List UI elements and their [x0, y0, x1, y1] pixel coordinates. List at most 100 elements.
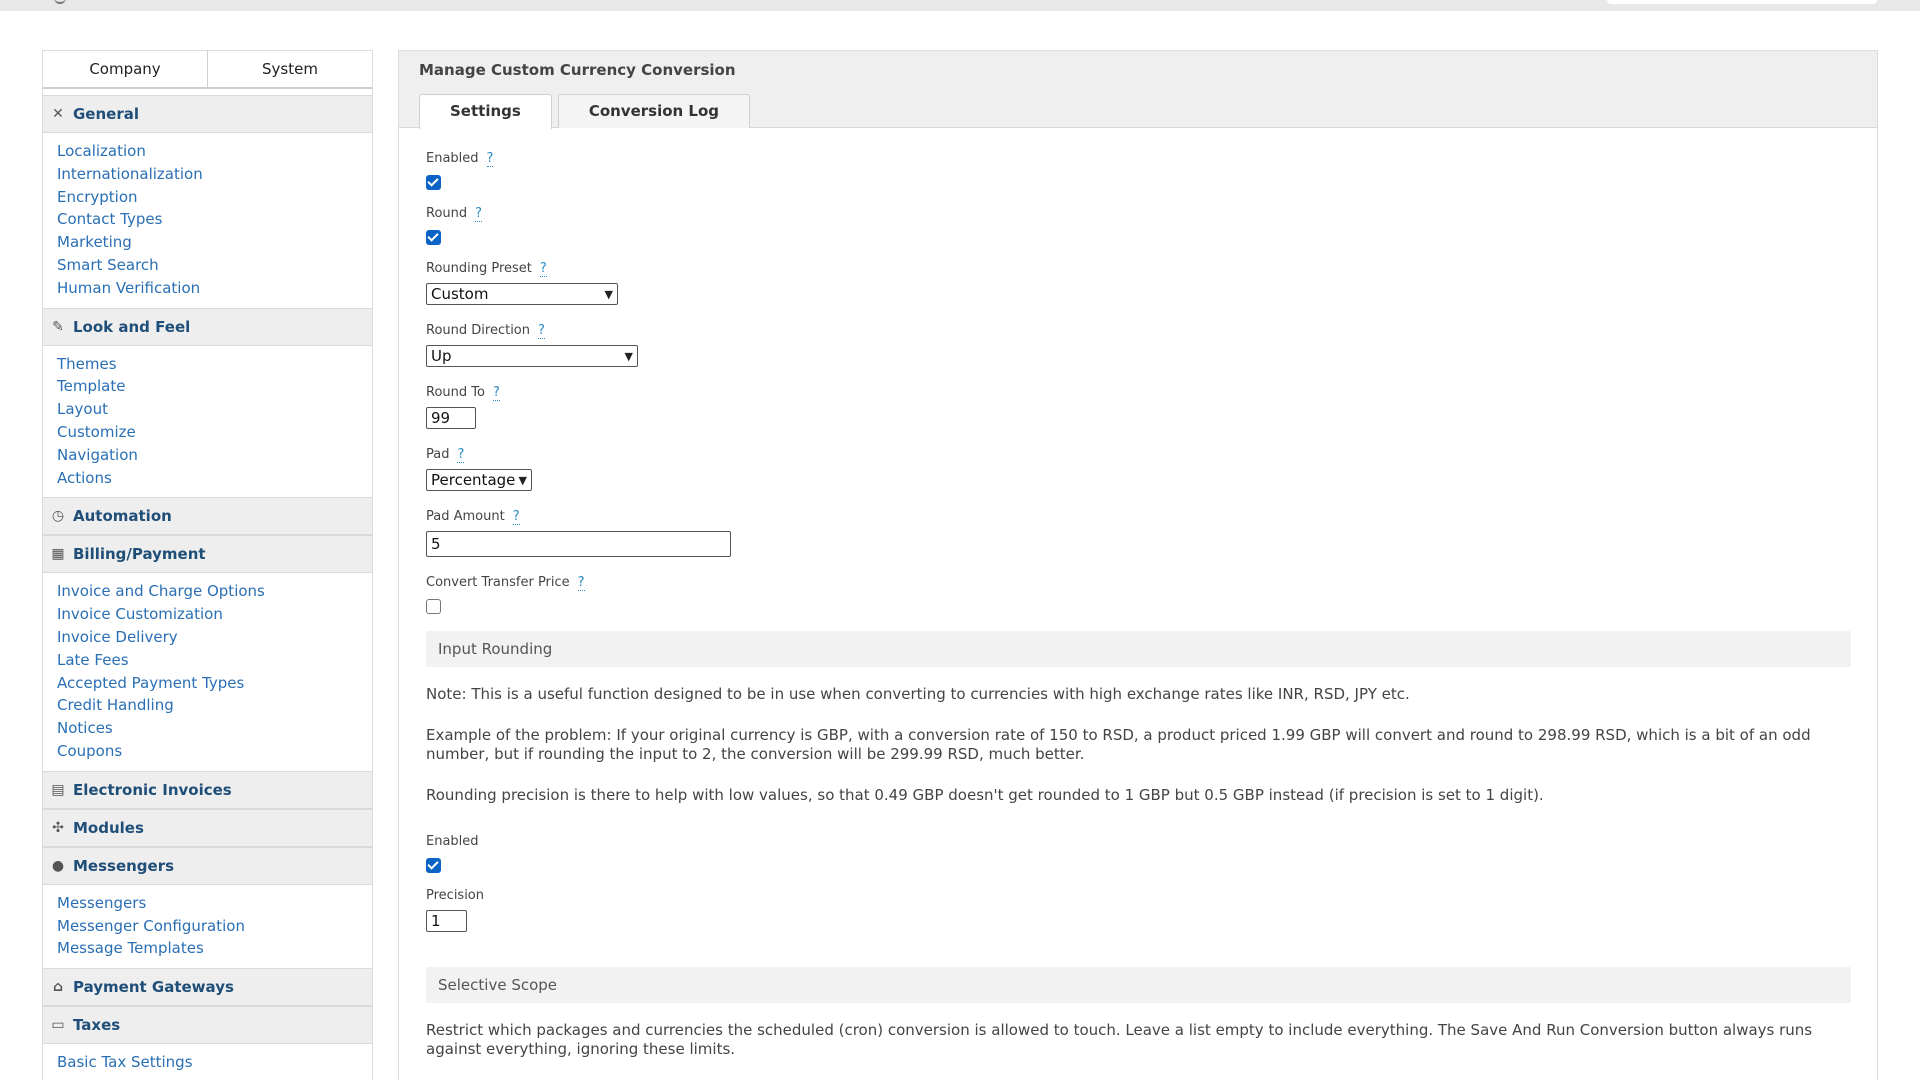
- puzzle-icon: ✣: [52, 819, 64, 836]
- sidebar-item-messengers[interactable]: Messengers: [57, 892, 372, 915]
- section-messengers[interactable]: ● Messengers: [43, 846, 372, 885]
- round-direction-label: Round Direction: [426, 323, 530, 338]
- sidebar-item-template[interactable]: Template: [57, 375, 372, 398]
- selective-scope-heading: Selective Scope: [426, 967, 1851, 1003]
- tab-company[interactable]: Company: [43, 51, 208, 88]
- sidebar-item-localization[interactable]: Localization: [57, 140, 372, 163]
- pad-help-icon[interactable]: ?: [457, 447, 465, 463]
- tab-system[interactable]: System: [207, 51, 372, 88]
- sidebar-item-layout[interactable]: Layout: [57, 398, 372, 421]
- section-title: Electronic Invoices: [73, 780, 232, 799]
- input-rounding-heading: Input Rounding: [426, 631, 1851, 667]
- pad-select[interactable]: Percentage ▼: [426, 469, 532, 491]
- enabled-checkbox[interactable]: [426, 175, 441, 190]
- input-rounding-precision-note: Rounding precision is there to help with…: [426, 786, 1544, 804]
- sidebar-item-late-fees[interactable]: Late Fees: [57, 649, 372, 672]
- round-direction-help-icon[interactable]: ?: [538, 323, 545, 339]
- input-rounding-enabled-checkbox[interactable]: [426, 858, 441, 873]
- sidebar-item-marketing[interactable]: Marketing: [57, 231, 372, 254]
- enabled-field: Enabled?: [426, 151, 494, 190]
- settings-sidebar: Company System ✕ General Localization In…: [42, 50, 373, 1080]
- round-to-field: Round To? 99: [426, 385, 500, 429]
- section-automation[interactable]: ◷ Automation: [43, 497, 372, 536]
- convert-transfer-field: Convert Transfer Price?: [426, 575, 585, 614]
- enabled-help-icon[interactable]: ?: [486, 151, 494, 167]
- section-billing-payment[interactable]: ▦ Billing/Payment: [43, 535, 372, 574]
- tab-settings[interactable]: Settings: [419, 94, 552, 129]
- round-to-label: Round To: [426, 385, 485, 400]
- pad-amount-label: Pad Amount: [426, 509, 505, 524]
- convert-transfer-checkbox[interactable]: [426, 599, 441, 614]
- sidebar-item-actions[interactable]: Actions: [57, 467, 372, 490]
- section-taxes[interactable]: ▭ Taxes: [43, 1006, 372, 1045]
- sidebar-item-contact-types[interactable]: Contact Types: [57, 208, 372, 231]
- sidebar-item-encryption[interactable]: Encryption: [57, 186, 372, 209]
- sidebar-item-invoice-customization[interactable]: Invoice Customization: [57, 603, 372, 626]
- top-search-field[interactable]: [1607, 0, 1877, 4]
- input-rounding-note: Note: This is a useful function designed…: [426, 685, 1410, 703]
- document-icon: ▤: [51, 781, 65, 798]
- brush-icon: ✎: [52, 318, 64, 335]
- chat-bubble-icon: ●: [51, 857, 65, 874]
- convert-transfer-label: Convert Transfer Price: [426, 575, 570, 590]
- sidebar-item-themes[interactable]: Themes: [57, 353, 372, 376]
- precision-field: Precision 1: [426, 888, 484, 932]
- page-title: Manage Custom Currency Conversion: [419, 61, 736, 79]
- sidebar-item-basic-tax-settings[interactable]: Basic Tax Settings: [57, 1051, 372, 1074]
- precision-input[interactable]: 1: [426, 910, 467, 932]
- sidebar-item-invoice-charge-options[interactable]: Invoice and Charge Options: [57, 580, 372, 603]
- pad-amount-help-icon[interactable]: ?: [512, 509, 520, 525]
- top-menu-icon[interactable]: [54, 0, 66, 4]
- top-bar: [0, 0, 1920, 11]
- precision-label: Precision: [426, 888, 485, 903]
- general-links: Localization Internationalization Encryp…: [43, 133, 372, 308]
- sidebar-item-smart-search[interactable]: Smart Search: [57, 254, 372, 277]
- round-to-help-icon[interactable]: ?: [492, 385, 500, 401]
- section-payment-gateways[interactable]: ⌂ Payment Gateways: [43, 968, 372, 1007]
- round-field: Round?: [426, 206, 483, 245]
- section-general[interactable]: ✕ General: [43, 95, 372, 133]
- round-help-icon[interactable]: ?: [475, 206, 483, 222]
- input-rounding-example: Example of the problem: If your original…: [426, 726, 1811, 763]
- sidebar-item-message-templates[interactable]: Message Templates: [57, 937, 372, 960]
- convert-transfer-help-icon[interactable]: ?: [577, 575, 585, 591]
- sidebar-item-messenger-configuration[interactable]: Messenger Configuration: [57, 915, 372, 938]
- sidebar-item-coupons[interactable]: Coupons: [57, 740, 372, 763]
- calculator-icon: ▦: [51, 546, 65, 563]
- enabled-label: Enabled: [426, 151, 479, 166]
- round-label: Round: [426, 206, 468, 221]
- round-to-input[interactable]: 99: [426, 407, 476, 429]
- section-modules[interactable]: ✣ Modules: [43, 808, 372, 847]
- rounding-preset-field: Rounding Preset? Custom ▼: [426, 261, 618, 305]
- sidebar-item-human-verification[interactable]: Human Verification: [57, 277, 372, 300]
- rounding-preset-help-icon[interactable]: ?: [539, 261, 547, 277]
- section-electronic-invoices[interactable]: ▤ Electronic Invoices: [43, 770, 372, 809]
- section-look-and-feel[interactable]: ✎ Look and Feel: [43, 307, 372, 346]
- clock-icon: ◷: [51, 508, 65, 525]
- section-title: Taxes: [73, 1016, 121, 1035]
- round-direction-select[interactable]: Up ▼: [426, 345, 638, 367]
- sidebar-item-internationalization[interactable]: Internationalization: [57, 163, 372, 186]
- money-icon: ▭: [51, 1017, 65, 1034]
- pad-amount-field: Pad Amount? 5: [426, 509, 731, 557]
- section-title: Automation: [73, 507, 172, 526]
- selective-scope-text: Restrict which packages and currencies t…: [426, 1021, 1813, 1058]
- rounding-preset-select[interactable]: Custom ▼: [426, 283, 618, 305]
- taxes-links: Basic Tax Settings: [43, 1044, 372, 1080]
- pad-amount-input[interactable]: 5: [426, 531, 731, 557]
- input-rounding-enabled-label: Enabled: [426, 834, 479, 849]
- chevron-down-icon: ▼: [518, 473, 527, 487]
- sidebar-tabs: Company System: [43, 51, 372, 89]
- main-panel: Manage Custom Currency Conversion Settin…: [398, 50, 1878, 1080]
- section-title: General: [73, 105, 139, 123]
- tab-conversion-log[interactable]: Conversion Log: [557, 94, 751, 128]
- sidebar-item-navigation[interactable]: Navigation: [57, 444, 372, 467]
- sidebar-item-invoice-delivery[interactable]: Invoice Delivery: [57, 626, 372, 649]
- sidebar-item-credit-handling[interactable]: Credit Handling: [57, 694, 372, 717]
- section-title: Messengers: [73, 856, 175, 875]
- sidebar-item-customize[interactable]: Customize: [57, 421, 372, 444]
- sidebar-item-notices[interactable]: Notices: [57, 717, 372, 740]
- wrench-screwdriver-icon: ✕: [52, 106, 64, 122]
- sidebar-item-accepted-payment-types[interactable]: Accepted Payment Types: [57, 672, 372, 695]
- round-checkbox[interactable]: [426, 230, 441, 245]
